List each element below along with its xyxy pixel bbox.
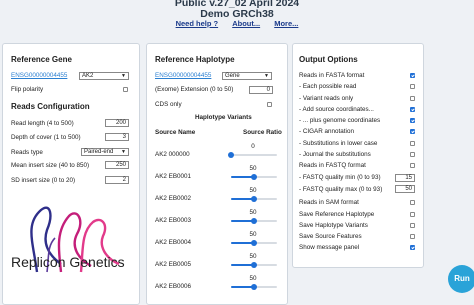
output-option-label: - Each possible read [299, 83, 357, 91]
variant-ratio-value: 50 [249, 275, 257, 282]
reference-gene-panel: Reference Gene ENSG00000004455 AK2 ▼ Flip… [2, 43, 140, 305]
slider-handle[interactable] [251, 196, 257, 202]
variant-ratio-value: 50 [249, 209, 257, 216]
more-link[interactable]: More... [274, 19, 298, 28]
output-option-label: - ... plus genome coordinates [299, 117, 381, 124]
depth-of-cover-label: Depth of cover (1 to 500) [11, 134, 81, 141]
reference-haplotype-heading: Reference Haplotype [155, 55, 235, 64]
variant-ratio-slider[interactable] [231, 173, 277, 181]
depth-of-cover-input[interactable]: 3 [105, 133, 129, 141]
output-option-checkbox[interactable] [410, 151, 415, 157]
variant-name: AK2 EB0005 [155, 261, 192, 268]
variant-ratio-slider[interactable] [228, 151, 277, 159]
output-option-checkbox[interactable] [410, 222, 415, 228]
variant-name: AK2 EB0006 [155, 283, 192, 290]
output-option-checkbox[interactable] [410, 200, 415, 206]
output-option-label: Reads in SAM format [299, 199, 359, 207]
haplotype-gene-id-link[interactable]: ENSG00000004455 [155, 72, 211, 79]
variant-ratio-value: 50 [249, 253, 257, 260]
reads-type-label: Reads type [11, 149, 43, 156]
output-option-label: - CIGAR annotation [299, 128, 354, 136]
exome-extension-label: (Exome) Extension (0 to 50) [155, 86, 234, 93]
variant-ratio-slider[interactable] [231, 283, 277, 291]
output-option-checkbox[interactable] [410, 95, 415, 101]
output-option-label: Reads in FASTQ format [299, 162, 366, 169]
variant-name: AK2 EB0004 [155, 239, 192, 246]
variant-ratio-value: 50 [249, 165, 257, 172]
about-link[interactable]: About... [232, 19, 260, 28]
output-option-label: - Substitutions in lower case [299, 139, 378, 147]
fastq-quality-max-label: - FASTQ quality max (0 to 93) [299, 185, 383, 193]
reads-type-select[interactable]: Paired-end ▼ [81, 148, 129, 156]
mean-insert-label: Mean insert size (40 to 850) [11, 162, 90, 169]
reads-configuration-heading: Reads Configuration [11, 102, 90, 111]
exome-extension-input[interactable]: 0 [249, 86, 273, 94]
output-option-checkbox[interactable] [410, 106, 415, 112]
output-option-label: - Add source coordinates... [299, 105, 374, 113]
output-option-label: Save Reference Haplotype [299, 210, 375, 218]
read-length-input[interactable]: 200 [105, 119, 129, 127]
help-link[interactable]: Need help ? [176, 19, 219, 28]
fastq-quality-min-input[interactable]: 15 [395, 173, 415, 182]
flip-polarity-label: Flip polarity [11, 86, 44, 93]
slider-handle[interactable] [228, 152, 234, 158]
output-option-checkbox[interactable] [410, 129, 415, 135]
variant-ratio-value: 50 [249, 231, 257, 238]
output-options-panel: Output Options Reads in FASTA format - Ea… [292, 43, 424, 268]
sd-insert-label: SD insert size (0 to 20) [11, 177, 76, 184]
variant-ratio-slider[interactable] [231, 195, 277, 203]
output-option-label: Reads in FASTA format [299, 72, 365, 79]
slider-handle[interactable] [251, 284, 257, 290]
output-option-label: - Variant reads only [299, 94, 354, 102]
variant-ratio-slider[interactable] [231, 239, 277, 247]
variant-name: AK2 000000 [155, 151, 190, 158]
flip-polarity-checkbox[interactable] [123, 87, 128, 92]
output-option-label: - Journal the substitutions [299, 150, 371, 158]
run-button[interactable]: Run [448, 265, 474, 293]
slider-handle[interactable] [251, 262, 257, 268]
variant-name: AK2 EB0002 [155, 195, 192, 202]
variant-name: AK2 EB0001 [155, 173, 192, 180]
header-links: Need help ? About... More... [0, 19, 474, 28]
output-option-checkbox[interactable] [410, 140, 415, 146]
reference-haplotype-panel: Reference Haplotype ENSG00000004455 Gene… [146, 43, 288, 305]
output-option-label: Save Source Features [299, 233, 362, 240]
company-name: Replicon Genetics [11, 254, 125, 270]
cds-only-label: CDS only [155, 101, 182, 108]
fastq-quality-min-label: - FASTQ quality min (0 to 93) [299, 174, 381, 182]
haplotype-variants-heading: Haplotype Variants [195, 114, 252, 121]
gene-id-link[interactable]: ENSG00000004455 [11, 72, 67, 79]
output-option-checkbox[interactable] [410, 245, 415, 251]
source-ratio-header: Source Ratio [243, 129, 282, 136]
variant-ratio-value: 0 [251, 143, 255, 150]
output-option-checkbox[interactable] [410, 118, 415, 123]
output-option-checkbox[interactable] [410, 163, 415, 168]
read-length-label: Read length (4 to 500) [11, 120, 74, 127]
variant-name: AK2 EB0003 [155, 217, 192, 224]
variant-ratio-slider[interactable] [231, 217, 277, 225]
chevron-down-icon: ▼ [121, 149, 126, 155]
output-option-label: Show message panel [299, 244, 360, 252]
sd-insert-input[interactable]: 2 [105, 176, 129, 184]
output-options-heading: Output Options [299, 55, 358, 64]
gene-select[interactable]: AK2 ▼ [79, 72, 129, 80]
fastq-quality-max-input[interactable]: 50 [395, 185, 415, 194]
chevron-down-icon: ▼ [264, 73, 269, 79]
output-option-checkbox[interactable] [410, 211, 415, 217]
mean-insert-input[interactable]: 250 [105, 161, 129, 169]
cds-only-checkbox[interactable] [267, 102, 272, 107]
output-option-checkbox[interactable] [410, 234, 415, 239]
variant-ratio-value: 50 [249, 187, 257, 194]
slider-handle[interactable] [251, 174, 257, 180]
slider-handle[interactable] [251, 240, 257, 246]
output-option-checkbox[interactable] [410, 73, 415, 78]
chevron-down-icon: ▼ [121, 73, 126, 79]
output-option-checkbox[interactable] [410, 84, 415, 90]
variant-ratio-slider[interactable] [231, 261, 277, 269]
reference-gene-heading: Reference Gene [11, 55, 72, 64]
slider-handle[interactable] [251, 218, 257, 224]
output-option-label: Save Haplotype Variants [299, 221, 368, 229]
haplotype-gene-select[interactable]: Gene ▼ [222, 72, 272, 80]
source-name-header: Source Name [155, 129, 196, 136]
